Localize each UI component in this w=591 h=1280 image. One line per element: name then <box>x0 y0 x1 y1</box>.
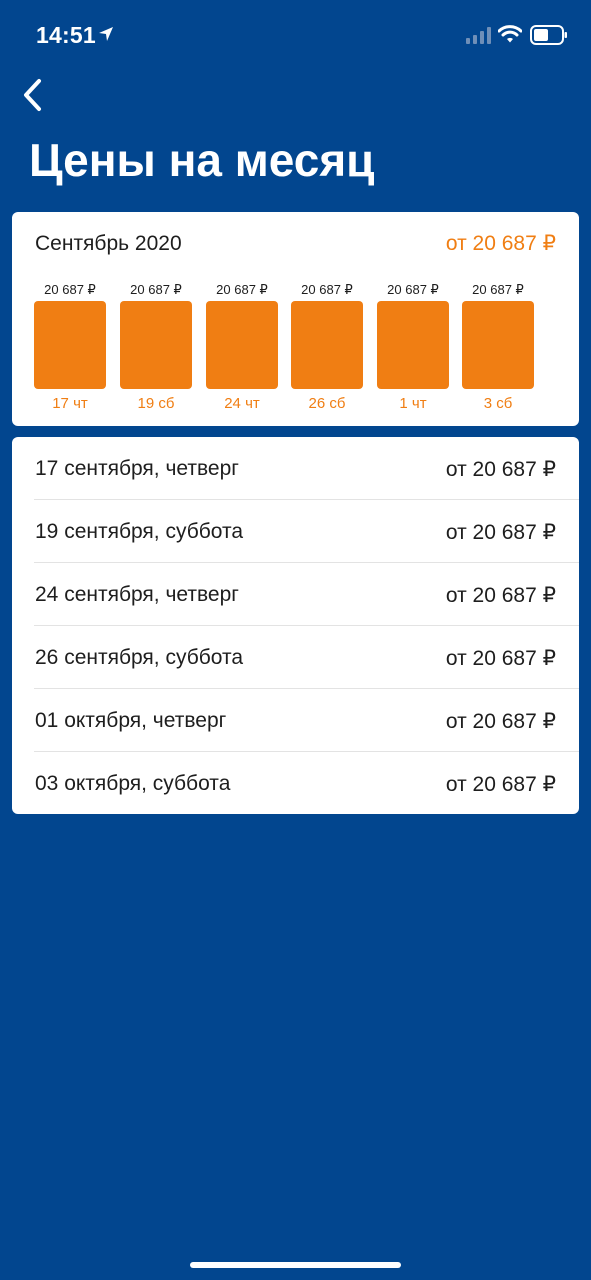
list-item-date: 17 сентября, четверг <box>35 457 239 480</box>
bar-price: 20 687 ₽ <box>387 282 439 297</box>
back-button[interactable] <box>14 76 50 114</box>
price-bar[interactable] <box>206 301 278 389</box>
list-item[interactable]: 17 сентября, четверг от 20 687 ₽ <box>12 437 579 500</box>
list-item-date: 03 октября, суббота <box>35 772 231 795</box>
price-bar-item[interactable]: 20 687 ₽ 1 чт <box>377 282 449 417</box>
page-title: Цены на месяц <box>29 134 375 186</box>
list-item-price: от 20 687 ₽ <box>445 647 556 670</box>
list-item[interactable]: 26 сентября, суббота от 20 687 ₽ <box>12 626 579 689</box>
home-indicator[interactable] <box>190 1262 401 1268</box>
price-bar-item[interactable]: 20 687 ₽ 24 чт <box>206 282 278 417</box>
bar-price: 20 687 ₽ <box>216 282 268 297</box>
price-bar-item[interactable]: 20 687 ₽ 17 чт <box>34 282 106 417</box>
price-bar[interactable] <box>34 301 106 389</box>
list-item[interactable]: 24 сентября, четверг от 20 687 ₽ <box>12 563 579 626</box>
list-item-price: от 20 687 ₽ <box>445 458 556 481</box>
signal-icon <box>466 27 492 49</box>
price-bar[interactable] <box>377 301 449 389</box>
bar-day: 17 чт <box>52 395 88 412</box>
price-bar[interactable] <box>120 301 192 389</box>
bar-day: 1 чт <box>399 395 427 412</box>
month-label: Сентябрь 2020 <box>35 232 182 255</box>
price-bar-item[interactable]: 20 687 ₽ 26 сб <box>291 282 363 417</box>
bar-day: 3 сб <box>483 395 513 412</box>
list-item-date: 19 сентября, суббота <box>35 520 244 543</box>
status-time: 14:51 <box>36 22 96 48</box>
chevron-left-icon <box>24 79 41 111</box>
bar-price: 20 687 ₽ <box>130 282 182 297</box>
price-bar[interactable] <box>462 301 534 389</box>
price-bar-item[interactable]: 20 687 ₽ 19 сб <box>120 282 192 417</box>
list-item-price: от 20 687 ₽ <box>445 710 556 733</box>
battery-icon <box>530 25 568 50</box>
wifi-icon <box>497 24 523 49</box>
bar-price: 20 687 ₽ <box>301 282 353 297</box>
list-item-price: от 20 687 ₽ <box>445 584 556 607</box>
bar-day: 26 сб <box>308 395 346 412</box>
bar-day: 19 сб <box>137 395 175 412</box>
location-arrow-icon <box>98 26 114 47</box>
bar-price: 20 687 ₽ <box>472 282 524 297</box>
list-item-price: от 20 687 ₽ <box>445 521 556 544</box>
status-bar: 14:51 <box>0 0 591 70</box>
list-item[interactable]: 01 октября, четверг от 20 687 ₽ <box>12 689 579 752</box>
list-item-date: 24 сентября, четверг <box>35 583 239 606</box>
list-item-price: от 20 687 ₽ <box>445 773 556 796</box>
bar-day: 24 чт <box>224 395 260 412</box>
list-item[interactable]: 19 сентября, суббота от 20 687 ₽ <box>12 500 579 563</box>
list-item-date: 01 октября, четверг <box>35 709 227 732</box>
month-price-card: Сентябрь 2020 от 20 687 ₽ 20 687 ₽ 17 чт… <box>12 212 579 426</box>
bar-price: 20 687 ₽ <box>44 282 96 297</box>
price-bar-item[interactable]: 20 687 ₽ 3 сб <box>462 282 534 417</box>
list-item-date: 26 сентября, суббота <box>35 646 244 669</box>
list-item[interactable]: 03 октября, суббота от 20 687 ₽ <box>12 752 579 814</box>
price-bars: 20 687 ₽ 17 чт 20 687 ₽ 19 сб 20 687 ₽ 2… <box>34 282 554 417</box>
month-min-price: от 20 687 ₽ <box>445 232 556 255</box>
price-bar[interactable] <box>291 301 363 389</box>
dates-list: 17 сентября, четверг от 20 687 ₽ 19 сент… <box>12 437 579 814</box>
